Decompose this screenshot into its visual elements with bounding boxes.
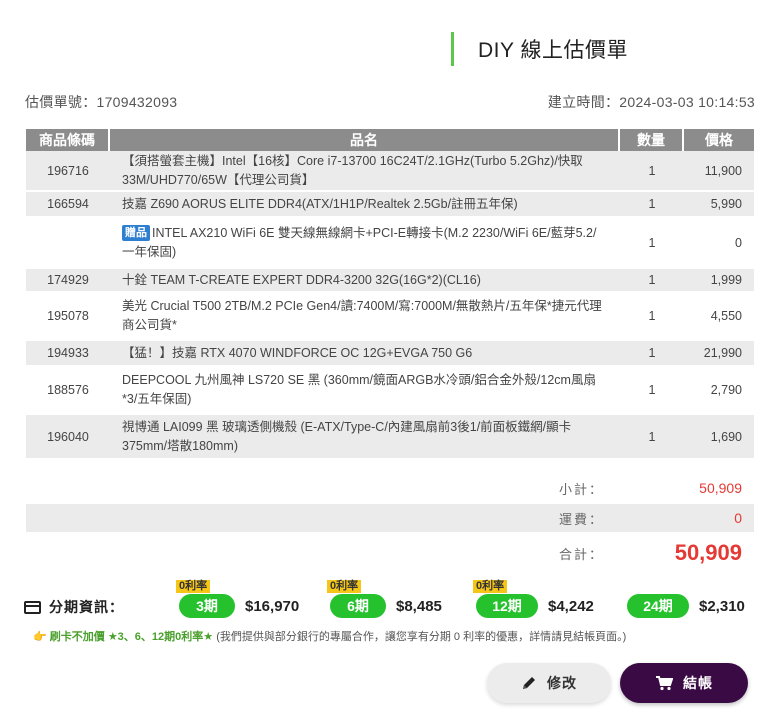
item-name: 技嘉 Z690 AORUS ELITE DDR4(ATX/1H1P/Realte…: [110, 192, 620, 218]
term-label: 24期: [643, 598, 673, 614]
term-label: 6期: [347, 598, 369, 614]
installment-label: 分期資訊：: [49, 599, 124, 615]
header-name: 品名: [110, 129, 620, 151]
item-price: 1,999: [684, 269, 754, 293]
item-qty: 1: [620, 415, 684, 460]
table-row: 196716 【須搭螢套主機】Intel【16核】Core i7-13700 1…: [26, 151, 754, 192]
item-name-text: INTEL AX210 WiFi 6E 雙天線無線網卡+PCI-E轉接卡(M.2…: [122, 225, 597, 259]
installment-amount: $16,970: [245, 597, 300, 615]
page-title: DIY 線上估價單: [478, 39, 628, 62]
table-row: 196040 視博通 LAI099 黑 玻璃透側機殼 (E-ATX/Type-C…: [26, 415, 754, 460]
installment-plan-24[interactable]: 24期 $2,310: [627, 592, 745, 620]
installment-amount: $2,310: [699, 597, 745, 615]
item-code: 174929: [26, 269, 110, 293]
total-row: 合計： 50,909: [26, 534, 754, 572]
table-row: 194933 【猛！】技嘉 RTX 4070 WINDFORCE OC 12G+…: [26, 341, 754, 367]
table-row: 174929 十銓 TEAM T-CREATE EXPERT DDR4-3200…: [26, 269, 754, 293]
zero-rate-tag: 0利率: [327, 580, 362, 593]
item-code: 194933: [26, 341, 110, 367]
total-value: 50,909: [674, 540, 742, 565]
item-name: 十銓 TEAM T-CREATE EXPERT DDR4-3200 32G(16…: [110, 269, 620, 293]
subtotal-label: 小計：: [558, 481, 604, 497]
item-name: 美光 Crucial T500 2TB/M.2 PCIe Gen4/讀:7400…: [110, 293, 620, 341]
cart-icon: [656, 676, 673, 691]
edit-label: 修改: [547, 675, 577, 691]
item-price: 4,550: [684, 293, 754, 341]
item-code: 196716: [26, 151, 110, 192]
installment-heading: 分期資訊：: [24, 597, 124, 617]
term-pill: 0利率 6期: [327, 580, 386, 618]
item-code: 195078: [26, 293, 110, 341]
table-row: 188576 DEEPCOOL 九州風神 LS720 SE 黑 (360mm/鏡…: [26, 367, 754, 415]
term-pill: 24期: [627, 594, 689, 618]
header-price: 價格: [684, 129, 754, 151]
term-pill: 0利率 12期: [473, 580, 538, 618]
item-price: 2,790: [684, 367, 754, 415]
shipping-row: 運費： 0: [26, 504, 754, 532]
items-table: 商品條碼 品名 數量 價格 196716 【須搭螢套主機】Intel【16核】C…: [26, 129, 754, 460]
item-code: 166594: [26, 192, 110, 218]
item-name: DEEPCOOL 九州風神 LS720 SE 黑 (360mm/鏡面ARGB水冷…: [110, 367, 620, 415]
table-row: 166594 技嘉 Z690 AORUS ELITE DDR4(ATX/1H1P…: [26, 192, 754, 218]
installment-section: 分期資訊： 0利率 3期 $16,970 0利率 6期 $8,485 0利率 1…: [24, 580, 759, 622]
installment-note: 👉 刷卡不加價 ★3、6、12期0利率★ (我們提供與部分銀行的專屬合作，讓您享…: [33, 628, 626, 644]
installment-amount: $4,242: [548, 597, 594, 615]
installment-amount: $8,485: [396, 597, 442, 615]
subtotal-value: 50,909: [699, 480, 742, 496]
installment-plan-3[interactable]: 0利率 3期 $16,970: [176, 580, 300, 620]
item-price: 21,990: [684, 341, 754, 367]
item-qty: 1: [620, 293, 684, 341]
item-price: 0: [684, 218, 754, 269]
table-header-row: 商品條碼 品名 數量 價格: [26, 129, 754, 151]
pencil-icon: [523, 677, 535, 689]
installment-plan-6[interactable]: 0利率 6期 $8,485: [327, 580, 442, 620]
item-name: 視博通 LAI099 黑 玻璃透側機殼 (E-ATX/Type-C/內建風扇前3…: [110, 415, 620, 460]
term-label: 3期: [196, 598, 218, 614]
gift-badge: 贈品: [122, 224, 150, 241]
pointing-hand-icon: 👉: [33, 631, 47, 643]
item-name: 贈品 INTEL AX210 WiFi 6E 雙天線無線網卡+PCI-E轉接卡(M…: [110, 218, 620, 269]
item-price: 5,990: [684, 192, 754, 218]
zero-rate-tag: 0利率: [473, 580, 508, 593]
item-code: 188576: [26, 367, 110, 415]
checkout-label: 結帳: [683, 675, 713, 691]
item-name: 【猛！】技嘉 RTX 4070 WINDFORCE OC 12G+EVGA 75…: [110, 341, 620, 367]
header-qty: 數量: [620, 129, 684, 151]
quote-number: 估價單號：1709432093: [25, 94, 178, 110]
page-header: DIY 線上估價單: [451, 32, 628, 66]
item-code: 196040: [26, 415, 110, 460]
item-name: 【須搭螢套主機】Intel【16核】Core i7-13700 16C24T/2…: [110, 151, 620, 192]
total-label: 合計：: [558, 546, 604, 562]
note-highlight: 刷卡不加價 ★3、6、12期0利率★: [49, 631, 214, 643]
term-label: 12期: [492, 598, 522, 614]
item-price: 11,900: [684, 151, 754, 192]
item-qty: 1: [620, 192, 684, 218]
credit-card-icon: [24, 600, 41, 614]
shipping-value: 0: [734, 510, 742, 526]
shipping-label: 運費：: [558, 511, 604, 527]
table-row: 195078 美光 Crucial T500 2TB/M.2 PCIe Gen4…: [26, 293, 754, 341]
edit-button[interactable]: 修改: [487, 663, 611, 703]
zero-rate-tag: 0利率: [176, 580, 211, 593]
installment-plan-12[interactable]: 0利率 12期 $4,242: [473, 580, 594, 620]
item-qty: 1: [620, 151, 684, 192]
title-accent-bar: [451, 32, 454, 66]
checkout-button[interactable]: 結帳: [620, 663, 748, 703]
item-qty: 1: [620, 367, 684, 415]
note-text: (我們提供與部分銀行的專屬合作，讓您享有分期 0 利率的優惠，詳情請見結帳頁面。…: [216, 631, 627, 643]
item-qty: 1: [620, 218, 684, 269]
term-pill: 0利率 3期: [176, 580, 235, 618]
table-row: 贈品 INTEL AX210 WiFi 6E 雙天線無線網卡+PCI-E轉接卡(M…: [26, 218, 754, 269]
created-time: 建立時間：2024-03-03 10:14:53: [547, 94, 755, 110]
header-code: 商品條碼: [26, 129, 110, 151]
item-qty: 1: [620, 341, 684, 367]
item-price: 1,690: [684, 415, 754, 460]
subtotal-row: 小計： 50,909: [26, 472, 754, 504]
item-code: [26, 218, 110, 269]
item-qty: 1: [620, 269, 684, 293]
